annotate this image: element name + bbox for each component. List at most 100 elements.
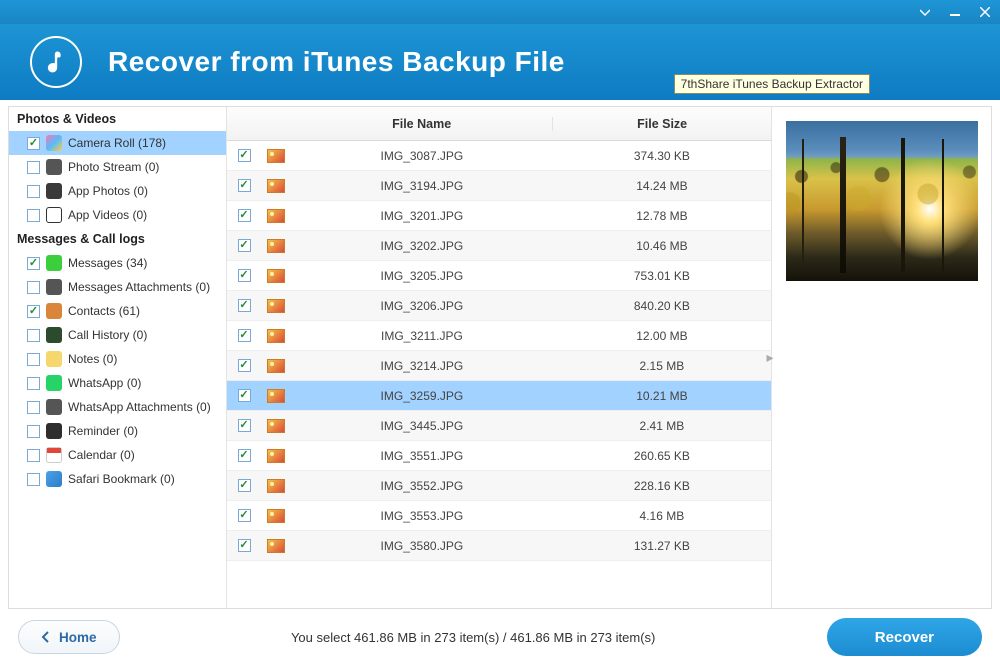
cell-file-size: 131.27 KB (553, 539, 771, 553)
sidebar-section-photos: Photos & Videos (9, 107, 226, 131)
cell-file-name: IMG_3445.JPG (291, 419, 553, 433)
image-file-icon (267, 149, 285, 163)
app-window: Recover from iTunes Backup File 7thShare… (0, 0, 1000, 665)
sidebar-item-label: Messages (34) (68, 256, 147, 270)
sidebar-checkbox[interactable] (27, 185, 40, 198)
row-checkbox[interactable] (238, 239, 251, 252)
sidebar-item-icon (46, 135, 62, 151)
row-checkbox[interactable] (238, 389, 251, 402)
app-tooltip: 7thShare iTunes Backup Extractor (674, 74, 870, 94)
row-checkbox[interactable] (238, 419, 251, 432)
sidebar-checkbox[interactable] (27, 281, 40, 294)
sidebar-item[interactable]: App Photos (0) (9, 179, 226, 203)
row-checkbox[interactable] (238, 299, 251, 312)
sidebar-item-icon (46, 279, 62, 295)
titlebar (0, 0, 1000, 24)
sidebar-item[interactable]: Camera Roll (178) (9, 131, 226, 155)
titlebar-menu-button[interactable] (910, 0, 940, 24)
table-row[interactable]: IMG_3087.JPG374.30 KB (227, 141, 771, 171)
sidebar-item[interactable]: Call History (0) (9, 323, 226, 347)
cell-file-name: IMG_3205.JPG (291, 269, 553, 283)
row-checkbox[interactable] (238, 479, 251, 492)
sidebar-checkbox[interactable] (27, 209, 40, 222)
table-row[interactable]: IMG_3201.JPG12.78 MB (227, 201, 771, 231)
table-row[interactable]: IMG_3445.JPG2.41 MB (227, 411, 771, 441)
sidebar-item[interactable]: Calendar (0) (9, 443, 226, 467)
cell-file-name: IMG_3551.JPG (291, 449, 553, 463)
sidebar-item[interactable]: Reminder (0) (9, 419, 226, 443)
sidebar-item[interactable]: Notes (0) (9, 347, 226, 371)
table-row[interactable]: IMG_3205.JPG753.01 KB (227, 261, 771, 291)
sidebar-item[interactable]: Safari Bookmark (0) (9, 467, 226, 491)
sidebar-checkbox[interactable] (27, 425, 40, 438)
sidebar-item-icon (46, 351, 62, 367)
cell-file-name: IMG_3259.JPG (291, 389, 553, 403)
status-text: You select 461.86 MB in 273 item(s) / 46… (132, 630, 815, 645)
sidebar-item[interactable]: Contacts (61) (9, 299, 226, 323)
sidebar-item-label: Photo Stream (0) (68, 160, 159, 174)
row-checkbox[interactable] (238, 509, 251, 522)
home-button[interactable]: Home (18, 620, 120, 654)
table-row[interactable]: IMG_3202.JPG10.46 MB (227, 231, 771, 261)
cell-file-name: IMG_3552.JPG (291, 479, 553, 493)
row-checkbox[interactable] (238, 329, 251, 342)
row-checkbox[interactable] (238, 209, 251, 222)
sidebar-item[interactable]: WhatsApp Attachments (0) (9, 395, 226, 419)
sidebar-item-label: Notes (0) (68, 352, 117, 366)
header-banner: Recover from iTunes Backup File 7thShare… (0, 24, 1000, 100)
preview-image[interactable] (786, 121, 978, 281)
preview-panel: ▸ (771, 107, 991, 608)
row-checkbox[interactable] (238, 449, 251, 462)
column-header-name[interactable]: File Name (291, 117, 553, 131)
sidebar-checkbox[interactable] (27, 401, 40, 414)
sidebar-checkbox[interactable] (27, 377, 40, 390)
row-checkbox[interactable] (238, 149, 251, 162)
sidebar-item-icon (46, 399, 62, 415)
sidebar-item[interactable]: App Videos (0) (9, 203, 226, 227)
cell-file-name: IMG_3201.JPG (291, 209, 553, 223)
table-row[interactable]: IMG_3552.JPG228.16 KB (227, 471, 771, 501)
sidebar-item-label: App Photos (0) (68, 184, 148, 198)
table-row[interactable]: IMG_3194.JPG14.24 MB (227, 171, 771, 201)
table-row[interactable]: IMG_3551.JPG260.65 KB (227, 441, 771, 471)
table-row[interactable]: IMG_3214.JPG2.15 MB (227, 351, 771, 381)
sidebar-item-label: Safari Bookmark (0) (68, 472, 175, 486)
cell-file-size: 2.41 MB (553, 419, 771, 433)
table-row[interactable]: IMG_3206.JPG840.20 KB (227, 291, 771, 321)
sidebar-checkbox[interactable] (27, 449, 40, 462)
table-row[interactable]: IMG_3553.JPG4.16 MB (227, 501, 771, 531)
sidebar-item[interactable]: WhatsApp (0) (9, 371, 226, 395)
sidebar-item-label: Contacts (61) (68, 304, 140, 318)
sidebar: Photos & Videos Camera Roll (178) Photo S… (9, 107, 227, 608)
collapse-handle-icon[interactable]: ▸ (765, 338, 775, 378)
sidebar-item-label: Call History (0) (68, 328, 147, 342)
sidebar-item-icon (46, 327, 62, 343)
sidebar-checkbox[interactable] (27, 329, 40, 342)
sidebar-item-label: Calendar (0) (68, 448, 135, 462)
table-body[interactable]: IMG_3087.JPG374.30 KBIMG_3194.JPG14.24 M… (227, 141, 771, 608)
sidebar-item[interactable]: Photo Stream (0) (9, 155, 226, 179)
row-checkbox[interactable] (238, 539, 251, 552)
sidebar-checkbox[interactable] (27, 473, 40, 486)
sidebar-item[interactable]: Messages (34) (9, 251, 226, 275)
sidebar-checkbox[interactable] (27, 137, 40, 150)
cell-file-size: 10.46 MB (553, 239, 771, 253)
row-checkbox[interactable] (238, 269, 251, 282)
table-row[interactable]: IMG_3580.JPG131.27 KB (227, 531, 771, 561)
column-header-size[interactable]: File Size (553, 117, 771, 131)
close-button[interactable] (970, 0, 1000, 24)
sidebar-item-label: App Videos (0) (68, 208, 147, 222)
row-checkbox[interactable] (238, 359, 251, 372)
sidebar-checkbox[interactable] (27, 353, 40, 366)
sidebar-item[interactable]: Messages Attachments (0) (9, 275, 226, 299)
recover-button[interactable]: Recover (827, 618, 982, 656)
sidebar-checkbox[interactable] (27, 305, 40, 318)
table-row[interactable]: IMG_3211.JPG12.00 MB (227, 321, 771, 351)
sidebar-checkbox[interactable] (27, 161, 40, 174)
sidebar-item-icon (46, 375, 62, 391)
sidebar-item-icon (46, 255, 62, 271)
row-checkbox[interactable] (238, 179, 251, 192)
table-row[interactable]: IMG_3259.JPG10.21 MB (227, 381, 771, 411)
minimize-button[interactable] (940, 0, 970, 24)
sidebar-checkbox[interactable] (27, 257, 40, 270)
